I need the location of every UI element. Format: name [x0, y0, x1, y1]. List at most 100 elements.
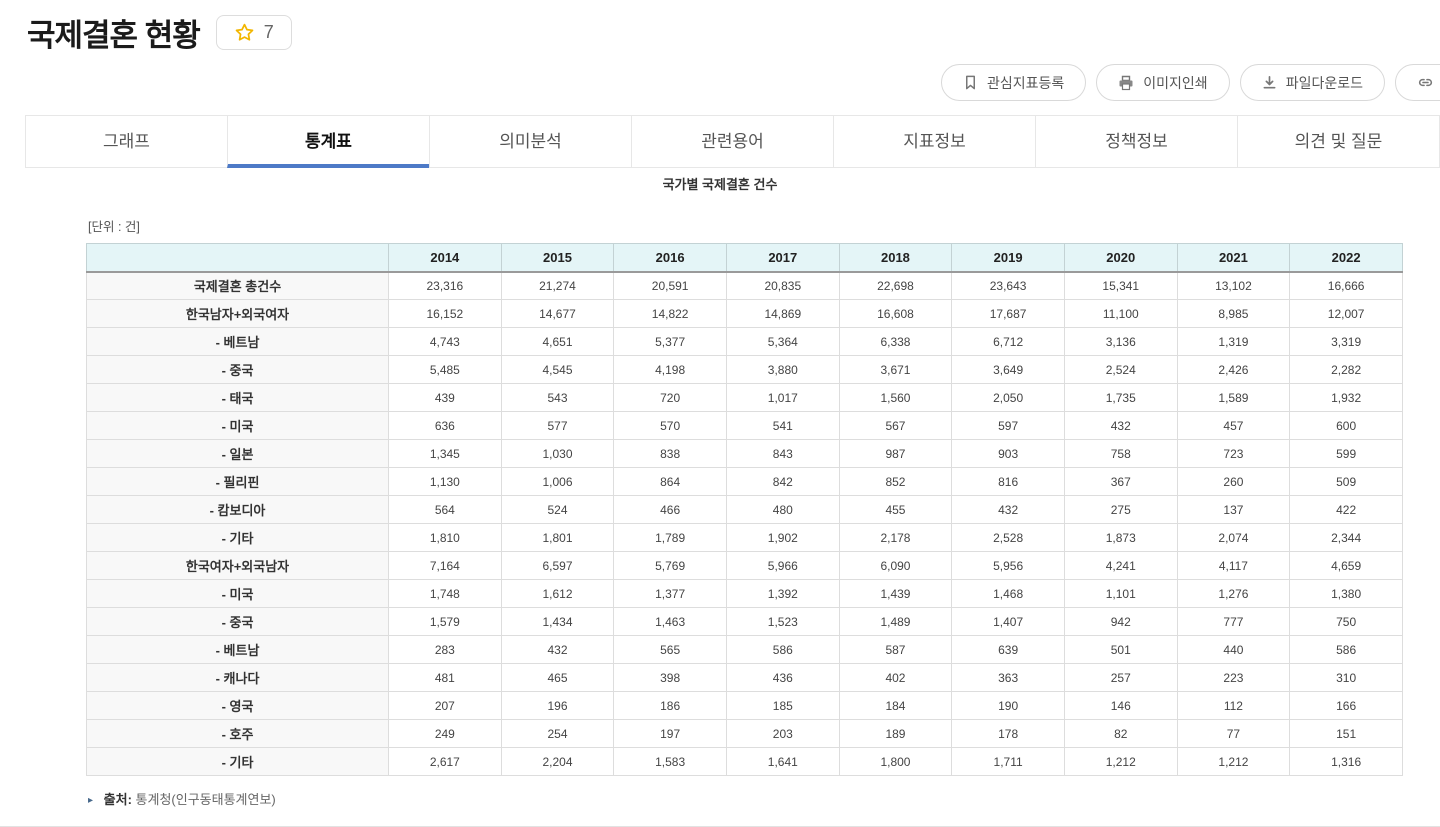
tab-policy-info[interactable]: 정책정보 — [1035, 115, 1238, 168]
value-cell: 6,597 — [501, 552, 614, 580]
value-cell: 20,835 — [726, 272, 839, 300]
page-title: 국제결혼 현황 — [27, 10, 200, 55]
value-cell: 1,801 — [501, 524, 614, 552]
value-cell: 15,341 — [1064, 272, 1177, 300]
value-cell: 2,344 — [1290, 524, 1403, 552]
value-cell: 363 — [952, 664, 1065, 692]
copy-url-button[interactable]: URL복사 — [1395, 64, 1440, 101]
value-cell: 207 — [389, 692, 502, 720]
print-image-button[interactable]: 이미지인쇄 — [1096, 64, 1229, 101]
value-cell: 402 — [839, 664, 952, 692]
file-download-button[interactable]: 파일다운로드 — [1240, 64, 1385, 101]
value-cell: 599 — [1290, 440, 1403, 468]
value-cell: 1,377 — [614, 580, 727, 608]
value-cell: 1,319 — [1177, 328, 1290, 356]
value-cell: 432 — [952, 496, 1065, 524]
value-cell: 186 — [614, 692, 727, 720]
value-cell: 21,274 — [501, 272, 614, 300]
tab-related-terms[interactable]: 관련용어 — [631, 115, 834, 168]
tab-statistics-table[interactable]: 통계표 — [227, 115, 430, 168]
value-cell: 565 — [614, 636, 727, 664]
value-cell: 4,117 — [1177, 552, 1290, 580]
tab-meaning-analysis[interactable]: 의미분석 — [429, 115, 632, 168]
value-cell: 987 — [839, 440, 952, 468]
value-cell: 3,880 — [726, 356, 839, 384]
value-cell: 1,276 — [1177, 580, 1290, 608]
value-cell: 816 — [952, 468, 1065, 496]
row-label: - 캄보디아 — [87, 496, 389, 524]
value-cell: 203 — [726, 720, 839, 748]
value-cell: 398 — [614, 664, 727, 692]
year-header-cell: 2021 — [1177, 244, 1290, 272]
value-cell: 2,204 — [501, 748, 614, 776]
value-cell: 5,377 — [614, 328, 727, 356]
value-cell: 1,407 — [952, 608, 1065, 636]
content-area: 국가별 국제결혼 건수 [단위 : 건] 2014201520162017201… — [0, 168, 1440, 808]
value-cell: 1,434 — [501, 608, 614, 636]
table-row: - 영국207196186185184190146112166 — [87, 692, 1403, 720]
value-cell: 509 — [1290, 468, 1403, 496]
value-cell: 1,212 — [1177, 748, 1290, 776]
value-cell: 1,789 — [614, 524, 727, 552]
value-cell: 1,932 — [1290, 384, 1403, 412]
value-cell: 1,523 — [726, 608, 839, 636]
source-marker-icon: ▸ — [88, 795, 93, 806]
tab-graph[interactable]: 그래프 — [25, 115, 228, 168]
value-cell: 1,810 — [389, 524, 502, 552]
value-cell: 7,164 — [389, 552, 502, 580]
value-cell: 843 — [726, 440, 839, 468]
value-cell: 570 — [614, 412, 727, 440]
value-cell: 1,006 — [501, 468, 614, 496]
unit-label: [단위 : 건] — [88, 216, 1440, 235]
value-cell: 436 — [726, 664, 839, 692]
value-cell: 455 — [839, 496, 952, 524]
value-cell: 586 — [726, 636, 839, 664]
value-cell: 4,743 — [389, 328, 502, 356]
value-cell: 2,178 — [839, 524, 952, 552]
value-cell: 465 — [501, 664, 614, 692]
download-icon — [1262, 75, 1277, 90]
table-row: - 필리핀1,1301,006864842852816367260509 — [87, 468, 1403, 496]
corner-cell — [87, 244, 389, 272]
value-cell: 12,007 — [1290, 300, 1403, 328]
value-cell: 3,649 — [952, 356, 1065, 384]
value-cell: 257 — [1064, 664, 1177, 692]
value-cell: 1,612 — [501, 580, 614, 608]
table-body: 국제결혼 총건수23,31621,27420,59120,83522,69823… — [87, 272, 1403, 776]
value-cell: 254 — [501, 720, 614, 748]
value-cell: 2,528 — [952, 524, 1065, 552]
table-row: 한국여자+외국남자7,1646,5975,7695,9666,0905,9564… — [87, 552, 1403, 580]
value-cell: 440 — [1177, 636, 1290, 664]
year-header-cell: 2014 — [389, 244, 502, 272]
row-label: 한국여자+외국남자 — [87, 552, 389, 580]
print-label: 이미지인쇄 — [1143, 73, 1207, 93]
favorite-badge[interactable]: 7 — [216, 15, 292, 50]
value-cell: 17,687 — [952, 300, 1065, 328]
table-row: - 캄보디아564524466480455432275137422 — [87, 496, 1403, 524]
value-cell: 5,956 — [952, 552, 1065, 580]
value-cell: 720 — [614, 384, 727, 412]
row-label: - 필리핀 — [87, 468, 389, 496]
bookmark-indicator-button[interactable]: 관심지표등록 — [941, 64, 1086, 101]
value-cell: 466 — [614, 496, 727, 524]
table-row: - 호주2492541972031891788277151 — [87, 720, 1403, 748]
value-cell: 23,643 — [952, 272, 1065, 300]
value-cell: 14,822 — [614, 300, 727, 328]
tab-opinions-questions[interactable]: 의견 및 질문 — [1237, 115, 1440, 168]
value-cell: 2,524 — [1064, 356, 1177, 384]
row-label: - 미국 — [87, 412, 389, 440]
row-label: - 영국 — [87, 692, 389, 720]
tab-indicator-info[interactable]: 지표정보 — [833, 115, 1036, 168]
value-cell: 432 — [1064, 412, 1177, 440]
value-cell: 1,439 — [839, 580, 952, 608]
value-cell: 586 — [1290, 636, 1403, 664]
value-cell: 112 — [1177, 692, 1290, 720]
value-cell: 22,698 — [839, 272, 952, 300]
value-cell: 6,090 — [839, 552, 952, 580]
value-cell: 310 — [1290, 664, 1403, 692]
value-cell: 4,198 — [614, 356, 727, 384]
table-row: - 미국1,7481,6121,3771,3921,4391,4681,1011… — [87, 580, 1403, 608]
row-label: - 캐나다 — [87, 664, 389, 692]
value-cell: 16,666 — [1290, 272, 1403, 300]
value-cell: 223 — [1177, 664, 1290, 692]
